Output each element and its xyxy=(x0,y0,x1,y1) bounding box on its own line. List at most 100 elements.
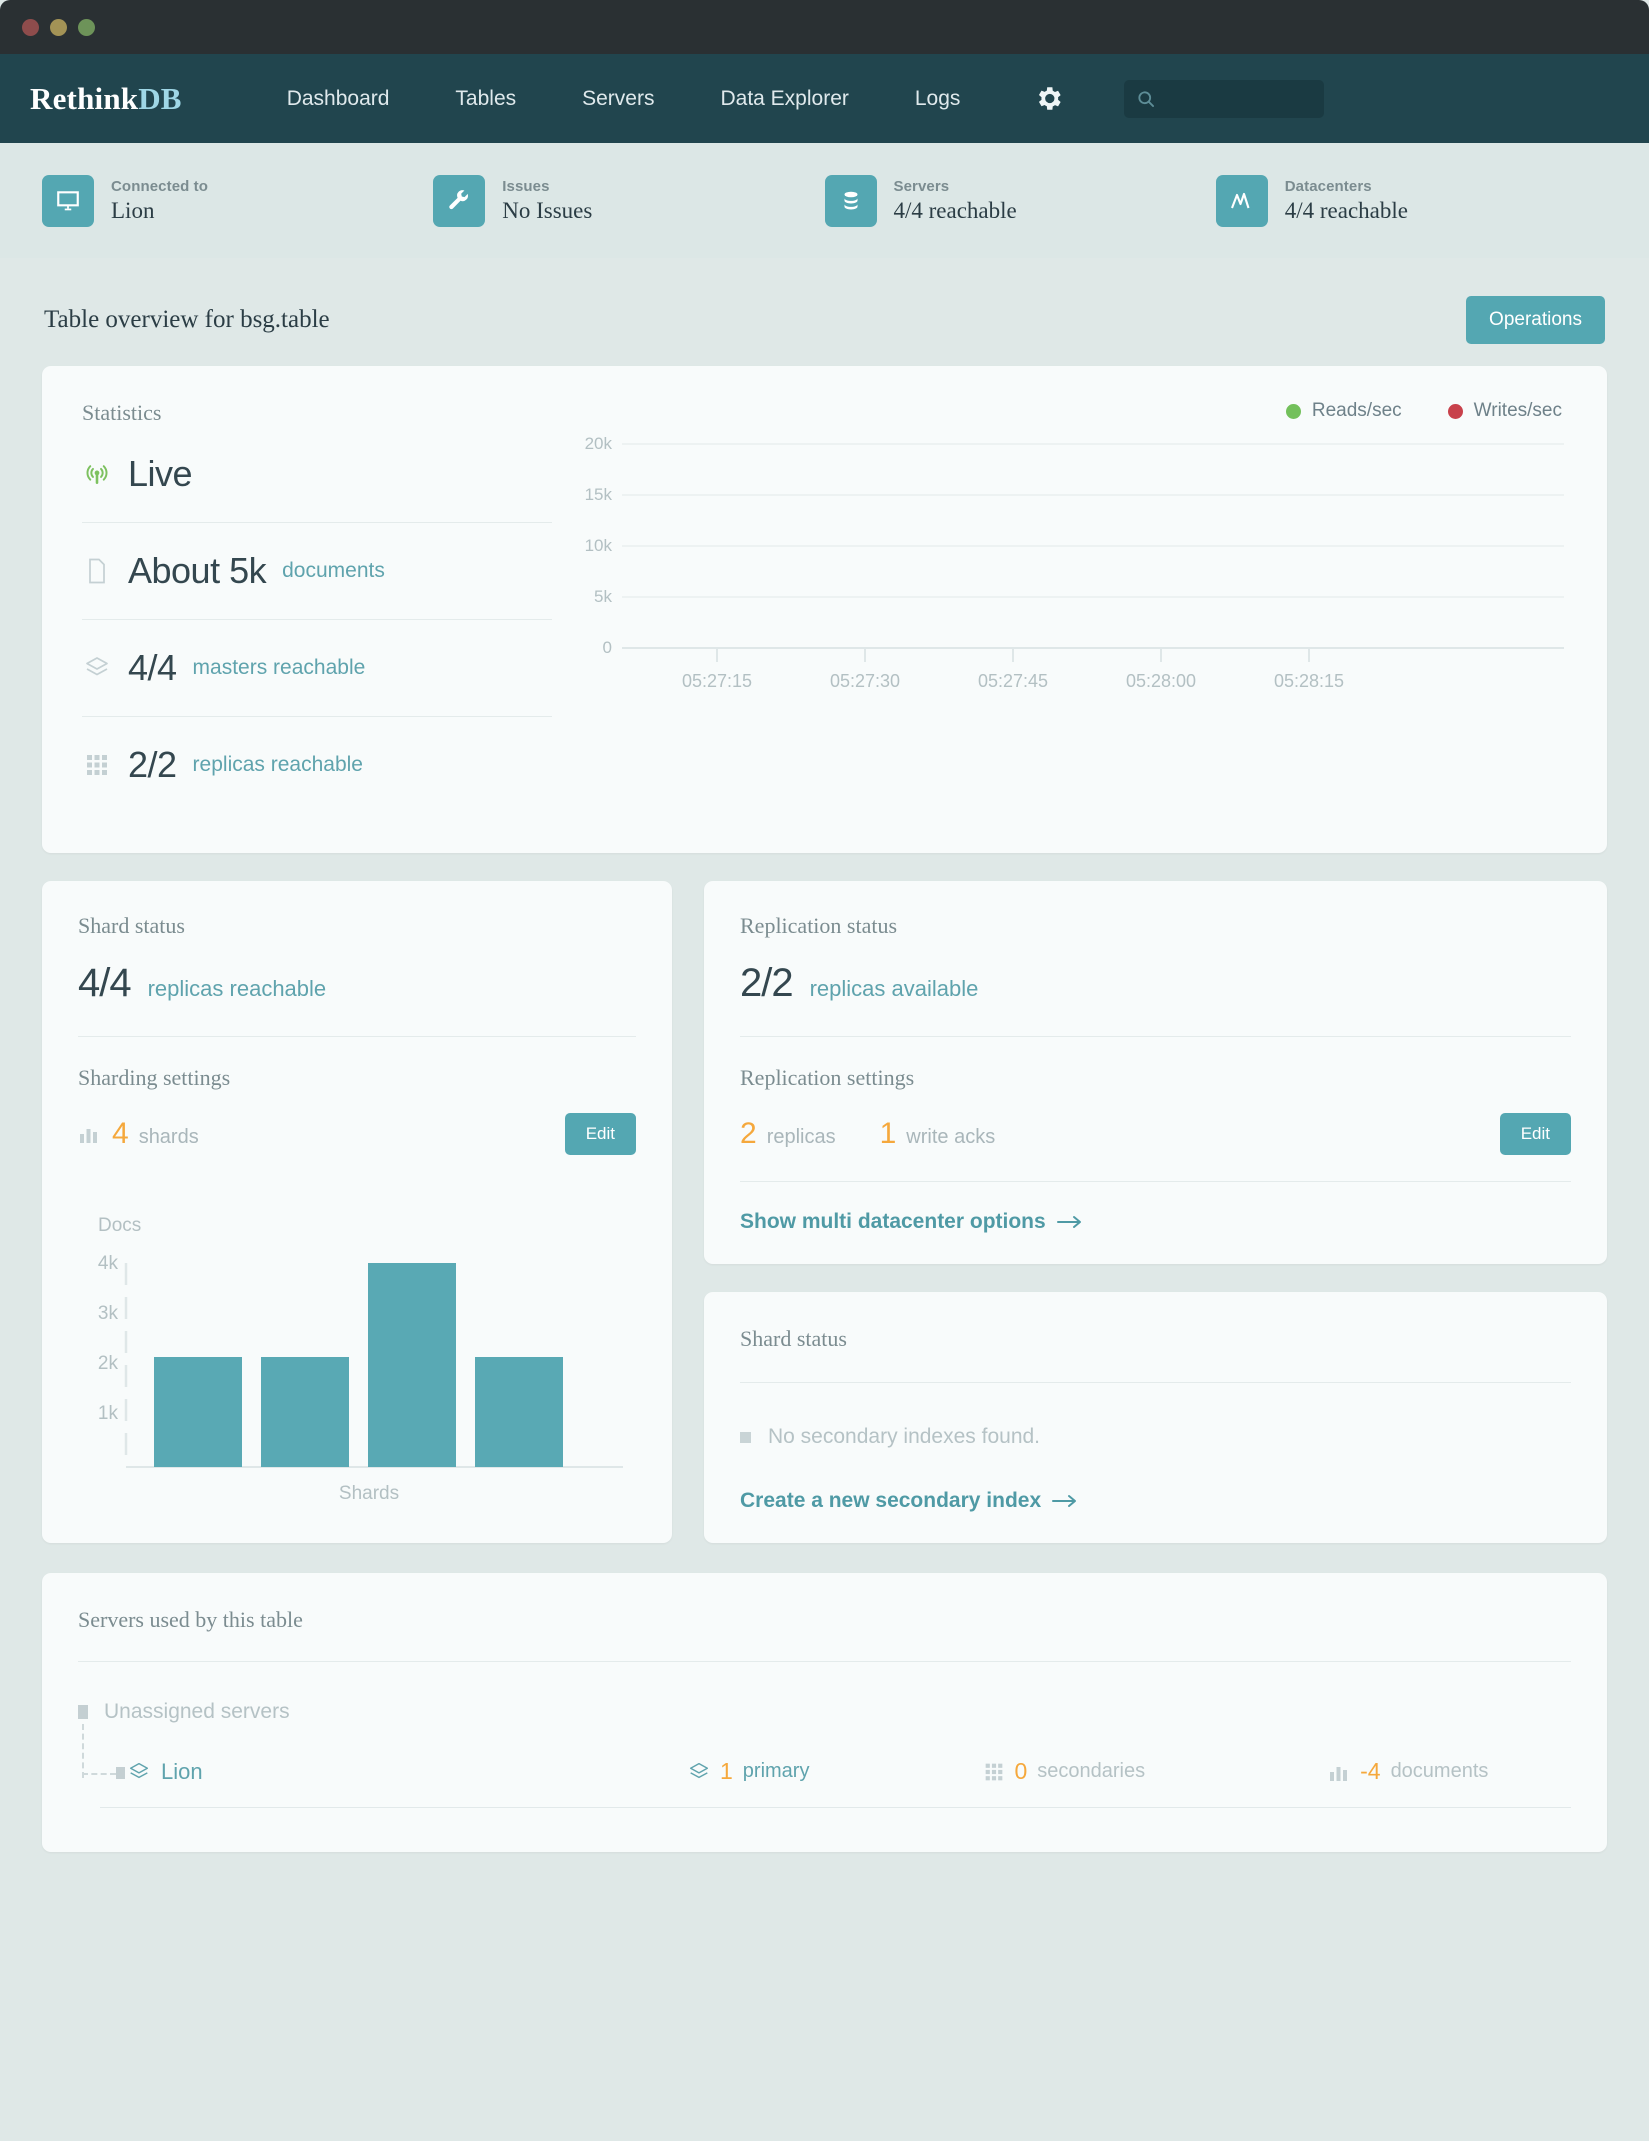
status-item-servers[interactable]: Servers 4/4 reachable xyxy=(824,174,1216,227)
server-name-label: Lion xyxy=(161,1758,203,1784)
server-secondaries-count: 0 xyxy=(1014,1758,1028,1784)
shard-status-sub: replicas reachable xyxy=(147,976,327,1001)
shards-bar-chart: Docs 4k 3k 2k 1k Shards xyxy=(42,1211,672,1536)
replication-status-card: Replication status 2/2 replicas availabl… xyxy=(704,881,1607,1264)
status-item-connected[interactable]: Connected to Lion xyxy=(42,174,433,227)
xtick-0: 05:27:15 xyxy=(682,671,752,691)
unassigned-servers-label: Unassigned servers xyxy=(104,1700,290,1723)
bar-shard-1[interactable] xyxy=(154,1357,242,1467)
operations-button[interactable]: Operations xyxy=(1466,296,1605,344)
bar-ytick-2k: 2k xyxy=(98,1353,119,1374)
minimize-window-button[interactable] xyxy=(50,18,67,36)
layers-icon xyxy=(82,656,112,680)
server-secondaries-label: secondaries xyxy=(1037,1760,1146,1782)
legend-label-writes: Writes/sec xyxy=(1473,400,1562,421)
bar-shard-3[interactable] xyxy=(368,1263,456,1467)
stat-row-replicas: 2/2 replicas reachable xyxy=(82,717,552,813)
database-icon xyxy=(824,174,877,227)
stat-value-documents: About 5k xyxy=(128,550,267,591)
legend-item-reads[interactable]: Reads/sec xyxy=(1285,400,1402,422)
bar-ytick-3k: 3k xyxy=(98,1303,119,1324)
legend-label-reads: Reads/sec xyxy=(1311,400,1402,421)
write-acks-group: 1 write acks xyxy=(880,1117,996,1151)
monitor-icon xyxy=(42,174,94,227)
search-input[interactable] xyxy=(1164,90,1313,107)
secondary-indexes-empty-row: No secondary indexes found. xyxy=(740,1425,1571,1449)
server-primary-label: primary xyxy=(742,1760,810,1782)
sharding-settings-row: 4 shards Edit xyxy=(78,1113,636,1181)
create-secondary-index-label: Create a new secondary index xyxy=(740,1489,1042,1512)
status-item-issues[interactable]: Issues No Issues xyxy=(433,174,824,227)
shards-label: shards xyxy=(138,1126,199,1148)
shard-status-card: Shard status 4/4 replicas reachable Shar… xyxy=(42,881,672,1543)
status-label-datacenters: Datacenters xyxy=(1284,177,1372,195)
show-multi-datacenter-label: Show multi datacenter options xyxy=(740,1210,1046,1233)
row-marker-icon xyxy=(116,1766,125,1779)
servers-tree: Lion 1 primary 0 secondaries -4 document… xyxy=(78,1724,1571,1808)
secondary-indexes-card: Shard status No secondary indexes found.… xyxy=(704,1292,1607,1543)
table-row[interactable]: Lion 1 primary 0 secondaries -4 document… xyxy=(82,1738,1571,1808)
status-item-datacenters[interactable]: Datacenters 4/4 reachable xyxy=(1215,174,1607,227)
status-strip: Connected to Lion Issues No Issues Serve… xyxy=(0,143,1649,258)
layers-icon xyxy=(129,1762,149,1778)
close-window-button[interactable] xyxy=(22,18,39,36)
replication-sub: replicas available xyxy=(809,976,979,1001)
create-secondary-index-link[interactable]: Create a new secondary index xyxy=(740,1489,1078,1513)
statistics-card: Statistics Live About 5k documents 4/4 m… xyxy=(42,366,1607,853)
xtick-4: 05:28:15 xyxy=(1274,671,1344,691)
servers-used-card: Servers used by this table Unassigned se… xyxy=(42,1573,1607,1852)
replication-value: 2/2 xyxy=(740,961,794,1005)
shards-count: 4 xyxy=(112,1117,129,1150)
arrow-right-icon xyxy=(1056,1216,1081,1228)
server-name-cell[interactable]: Lion xyxy=(128,1759,688,1785)
server-primary-count: 1 xyxy=(720,1758,733,1784)
bar-shard-2[interactable] xyxy=(261,1357,349,1467)
statistics-left-column: Statistics Live About 5k documents 4/4 m… xyxy=(82,400,552,813)
search-box[interactable] xyxy=(1124,79,1325,118)
shard-status-title: Shard status xyxy=(78,913,185,938)
nav-item-logs[interactable]: Logs xyxy=(882,87,994,111)
bar-chart-xlabel: Shards xyxy=(339,1483,399,1504)
write-acks-count: 1 xyxy=(879,1117,897,1150)
legend-item-writes[interactable]: Writes/sec xyxy=(1447,400,1562,422)
edit-sharding-button[interactable]: Edit xyxy=(564,1113,636,1155)
unassigned-servers-group: Unassigned servers xyxy=(78,1700,1571,1724)
zoom-window-button[interactable] xyxy=(78,18,95,36)
replication-status-title: Replication status xyxy=(740,913,898,938)
main-content: Table overview for bsg.table Operations … xyxy=(0,258,1649,1852)
bar-ytick-1k: 1k xyxy=(98,1403,119,1424)
status-value-connected: Lion xyxy=(111,197,155,223)
brand-logo[interactable]: RethinkDB xyxy=(30,81,182,117)
status-label-issues: Issues xyxy=(502,177,550,195)
show-multi-datacenter-link[interactable]: Show multi datacenter options xyxy=(740,1210,1083,1234)
nav-item-dashboard[interactable]: Dashboard xyxy=(254,87,423,111)
nav-item-data-explorer[interactable]: Data Explorer xyxy=(687,87,881,111)
bar-chart-ylabel: Docs xyxy=(98,1215,141,1236)
bar-ytick-4k: 4k xyxy=(98,1253,119,1274)
nav-item-servers[interactable]: Servers xyxy=(549,87,687,111)
write-acks-label: write acks xyxy=(906,1126,996,1148)
xtick-1: 05:27:30 xyxy=(830,671,900,691)
panels-row: Shard status 4/4 replicas reachable Shar… xyxy=(42,881,1607,1543)
server-primary-cell: 1 primary xyxy=(688,1758,809,1785)
ytick-10k: 10k xyxy=(585,536,613,555)
replicas-count: 2 xyxy=(740,1117,757,1150)
bar-shard-4[interactable] xyxy=(475,1357,563,1467)
xtick-3: 05:28:00 xyxy=(1126,671,1196,691)
edit-replication-button[interactable]: Edit xyxy=(1499,1113,1571,1155)
brand-logo-accent: DB xyxy=(138,80,182,116)
stat-value-masters: 4/4 xyxy=(128,647,177,688)
legend-dot-reads xyxy=(1285,403,1301,419)
servers-used-title: Servers used by this table xyxy=(78,1607,303,1632)
secondary-indexes-body: Shard status No secondary indexes found.… xyxy=(704,1292,1607,1543)
stat-row-documents: About 5k documents xyxy=(82,523,552,620)
stat-sub-masters: masters reachable xyxy=(192,656,366,679)
chart-legend: Reads/sec Writes/sec xyxy=(562,400,1572,422)
nav-item-tables[interactable]: Tables xyxy=(422,87,549,111)
shard-status-body: Shard status 4/4 replicas reachable Shar… xyxy=(42,881,672,1211)
gear-icon[interactable] xyxy=(1033,83,1064,114)
replication-column: Replication status 2/2 replicas availabl… xyxy=(704,881,1607,1543)
ytick-5k: 5k xyxy=(594,587,612,606)
shards-bar-chart-svg: Docs 4k 3k 2k 1k Shards xyxy=(98,1215,623,1504)
bar-chart-icon xyxy=(78,1125,102,1143)
